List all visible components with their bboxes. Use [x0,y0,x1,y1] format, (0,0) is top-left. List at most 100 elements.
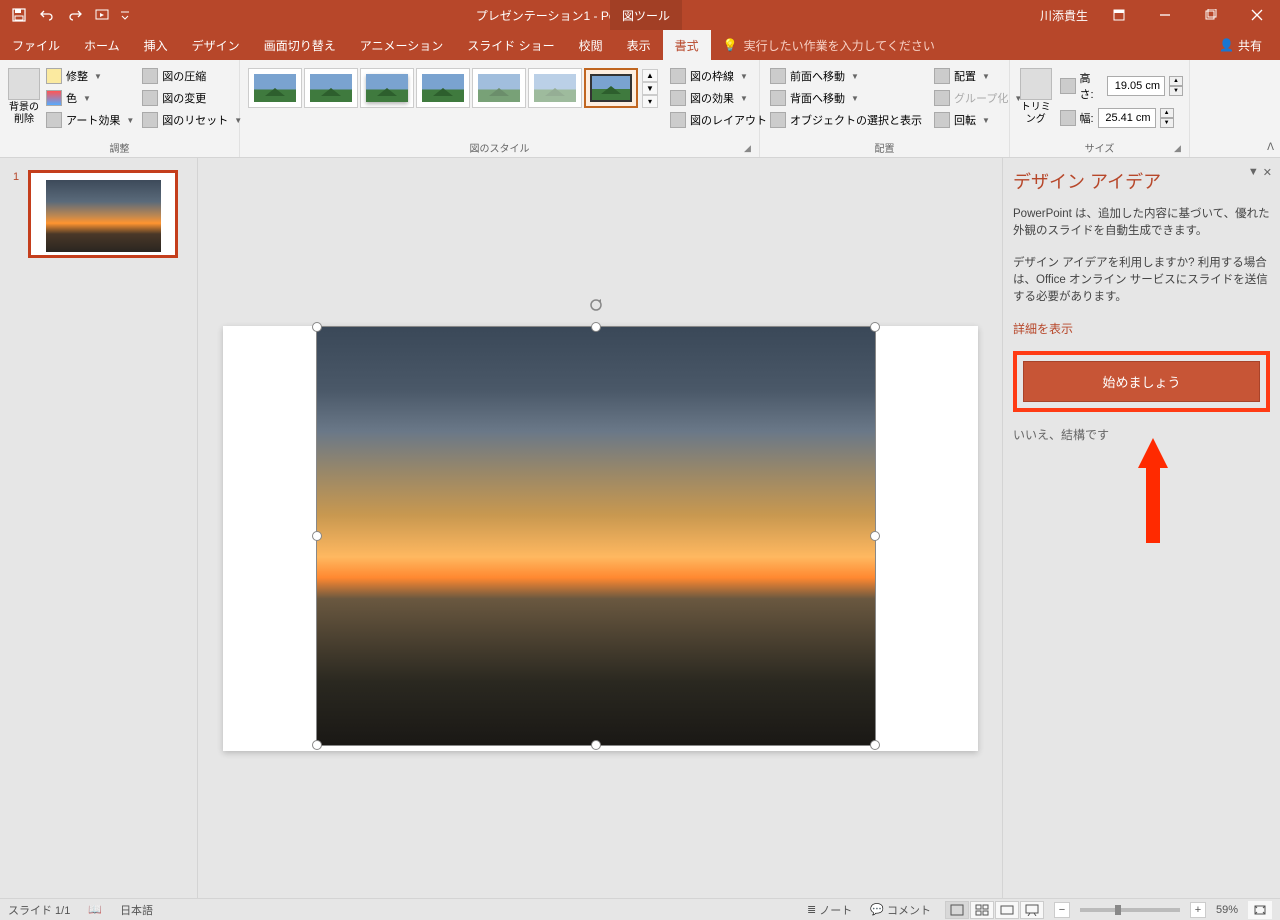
tab-review[interactable]: 校閲 [567,30,615,60]
corrections-button[interactable]: 修整▼ [42,66,138,86]
zoom-out-button[interactable]: − [1054,902,1070,918]
size-launcher[interactable]: ◢ [1174,143,1186,155]
chevron-down-icon: ▼ [982,116,990,125]
ribbon-display-options[interactable] [1096,0,1142,30]
slideshow-view-button[interactable] [1020,901,1044,919]
reading-view-button[interactable] [995,901,1019,919]
minimize-button[interactable] [1142,0,1188,30]
resize-handle-bl[interactable] [312,740,322,750]
normal-view-button[interactable] [945,901,969,919]
change-icon [142,90,158,106]
crop-button[interactable]: トリミング [1016,64,1056,130]
tab-transitions[interactable]: 画面切り替え [252,30,348,60]
tab-design[interactable]: デザイン [180,30,252,60]
style-thumb-6[interactable] [528,68,582,108]
sorter-view-button[interactable] [970,901,994,919]
style-thumb-5[interactable] [472,68,526,108]
zoom-in-button[interactable]: + [1190,902,1206,918]
reset-picture-button[interactable]: 図のリセット▼ [138,110,246,130]
chevron-down-icon: ▼ [126,116,134,125]
resize-handle-tm[interactable] [591,322,601,332]
gallery-down-button[interactable]: ▼ [642,82,658,95]
reset-icon [142,112,158,128]
style-thumb-2[interactable] [304,68,358,108]
tab-home[interactable]: ホーム [72,30,132,60]
notes-button[interactable]: ≣ノート [803,900,856,920]
show-details-link[interactable]: 詳細を表示 [1013,320,1270,337]
tell-me-search[interactable]: 💡 実行したい作業を入力してください [711,30,947,60]
ribbon-tabs: ファイル ホーム 挿入 デザイン 画面切り替え アニメーション スライド ショー… [0,30,1280,60]
language-indicator[interactable]: 日本語 [120,902,153,918]
remove-background-button[interactable]: 背景の削除 [6,64,42,130]
undo-button[interactable] [34,3,60,27]
tab-view[interactable]: 表示 [615,30,663,60]
close-button[interactable] [1234,0,1280,30]
tab-format[interactable]: 書式 [663,30,711,60]
slide[interactable] [223,326,978,751]
height-input[interactable] [1107,76,1165,96]
spellcheck-indicator[interactable]: 📖 [84,901,106,918]
style-thumb-4[interactable] [416,68,470,108]
selection-pane-button[interactable]: オブジェクトの選択と表示 [766,110,926,130]
width-down[interactable]: ▼ [1160,118,1174,128]
styles-launcher[interactable]: ◢ [744,143,756,155]
selection-icon [770,112,786,128]
gallery-up-button[interactable]: ▲ [642,69,658,82]
save-button[interactable] [6,3,32,27]
width-up[interactable]: ▲ [1160,108,1174,118]
start-from-beginning-button[interactable] [90,3,116,27]
slide-canvas-area[interactable] [198,158,1002,898]
window-title: プレゼンテーション1 - PowerPoint [138,7,1040,24]
contextual-tool-tab[interactable]: 図ツール [610,0,682,30]
style-thumb-3[interactable] [360,68,414,108]
style-thumb-1[interactable] [248,68,302,108]
maximize-button[interactable] [1188,0,1234,30]
width-input[interactable] [1098,108,1156,128]
zoom-thumb[interactable] [1115,905,1121,915]
thumb-preview [46,180,161,252]
tab-file[interactable]: ファイル [0,30,72,60]
height-up[interactable]: ▲ [1169,76,1183,86]
send-backward-button[interactable]: 背面へ移動▼ [766,88,926,108]
comment-icon: 💬 [870,903,884,916]
slide-thumb-1[interactable]: 1 [28,170,178,258]
resize-handle-bm[interactable] [591,740,601,750]
compress-pictures-button[interactable]: 図の圧縮 [138,66,246,86]
fit-to-window-button[interactable] [1248,901,1272,919]
height-label: 高さ: [1080,70,1103,102]
zoom-level[interactable]: 59% [1216,904,1238,916]
zoom-slider[interactable] [1080,908,1180,912]
resize-handle-br[interactable] [870,740,880,750]
share-button[interactable]: 👤 共有 [1209,30,1272,60]
bring-forward-button[interactable]: 前面へ移動▼ [766,66,926,86]
change-picture-button[interactable]: 図の変更 [138,88,246,108]
color-button[interactable]: 色▼ [42,88,138,108]
group-label-arrange: 配置 [760,140,1009,155]
selected-picture[interactable] [316,326,876,746]
slide-indicator[interactable]: スライド 1/1 [8,902,70,918]
collapse-ribbon-button[interactable]: ᐱ [1267,142,1274,153]
resize-handle-mr[interactable] [870,531,880,541]
get-started-button[interactable]: 始めましょう [1023,361,1260,402]
qat-more-button[interactable] [118,3,132,27]
tab-insert[interactable]: 挿入 [132,30,180,60]
pane-dropdown-icon[interactable]: ▼ [1248,166,1259,179]
resize-handle-tr[interactable] [870,322,880,332]
titlebar: プレゼンテーション1 - PowerPoint 図ツール 川添貴生 [0,0,1280,30]
resize-handle-ml[interactable] [312,531,322,541]
comments-button[interactable]: 💬コメント [866,900,935,920]
user-name[interactable]: 川添貴生 [1040,7,1088,24]
tab-animations[interactable]: アニメーション [348,30,456,60]
rotate-handle[interactable] [588,297,604,313]
slide-number: 1 [13,171,19,183]
tab-slideshow[interactable]: スライド ショー [455,30,566,60]
effects-icon [670,90,686,106]
picture-styles-gallery: ▲ ▼ ▾ [246,64,660,112]
height-down[interactable]: ▼ [1169,86,1183,96]
resize-handle-tl[interactable] [312,322,322,332]
style-thumb-7-selected[interactable] [584,68,638,108]
gallery-more-button[interactable]: ▾ [642,95,658,108]
pane-close-button[interactable]: ✕ [1263,166,1272,179]
artistic-effects-button[interactable]: アート効果▼ [42,110,138,130]
redo-button[interactable] [62,3,88,27]
